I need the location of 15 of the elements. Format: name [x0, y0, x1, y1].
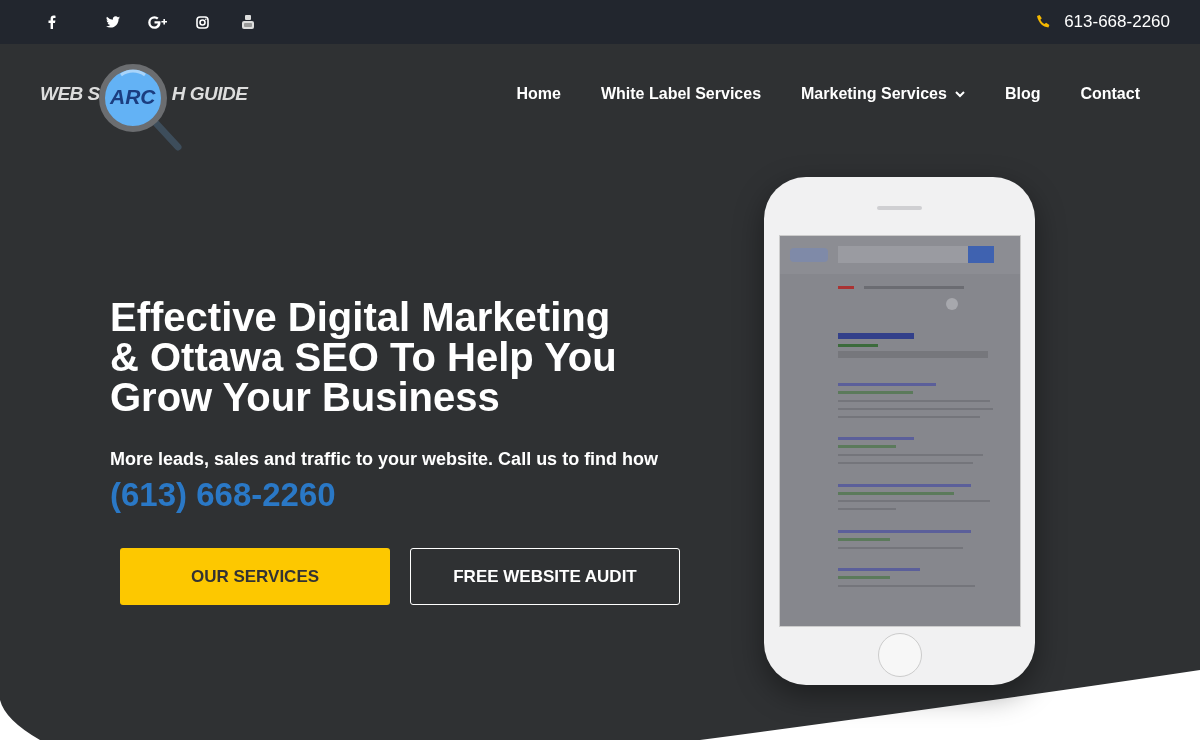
services-button[interactable]: OUR SERVICES — [120, 548, 390, 605]
logo-text: ARC — [110, 85, 156, 109]
phone-number[interactable]: 613-668-2260 — [1064, 12, 1170, 32]
nav-link[interactable]: White Label Services — [600, 85, 762, 103]
logo-text: WEB S — [40, 83, 100, 105]
nav-link[interactable]: Home — [516, 85, 561, 103]
nav-link[interactable]: Contact — [1080, 85, 1140, 103]
hero-heading: Effective Digital Marketing & Ottawa SEO To Help You Grow Your Business — [110, 297, 618, 417]
speaker-slot — [877, 206, 922, 210]
logo-text: H GUIDE — [171, 83, 248, 105]
nav-link[interactable]: Marketing Services — [801, 85, 965, 103]
chevron-down-icon — [954, 90, 965, 98]
nav-link[interactable]: Blog — [1004, 85, 1041, 103]
audit-button[interactable]: FREE WEBSITE AUDIT — [410, 548, 680, 605]
hero-subtitle: More leads, sales and traffic to your website. Call us to find how — [110, 449, 660, 470]
